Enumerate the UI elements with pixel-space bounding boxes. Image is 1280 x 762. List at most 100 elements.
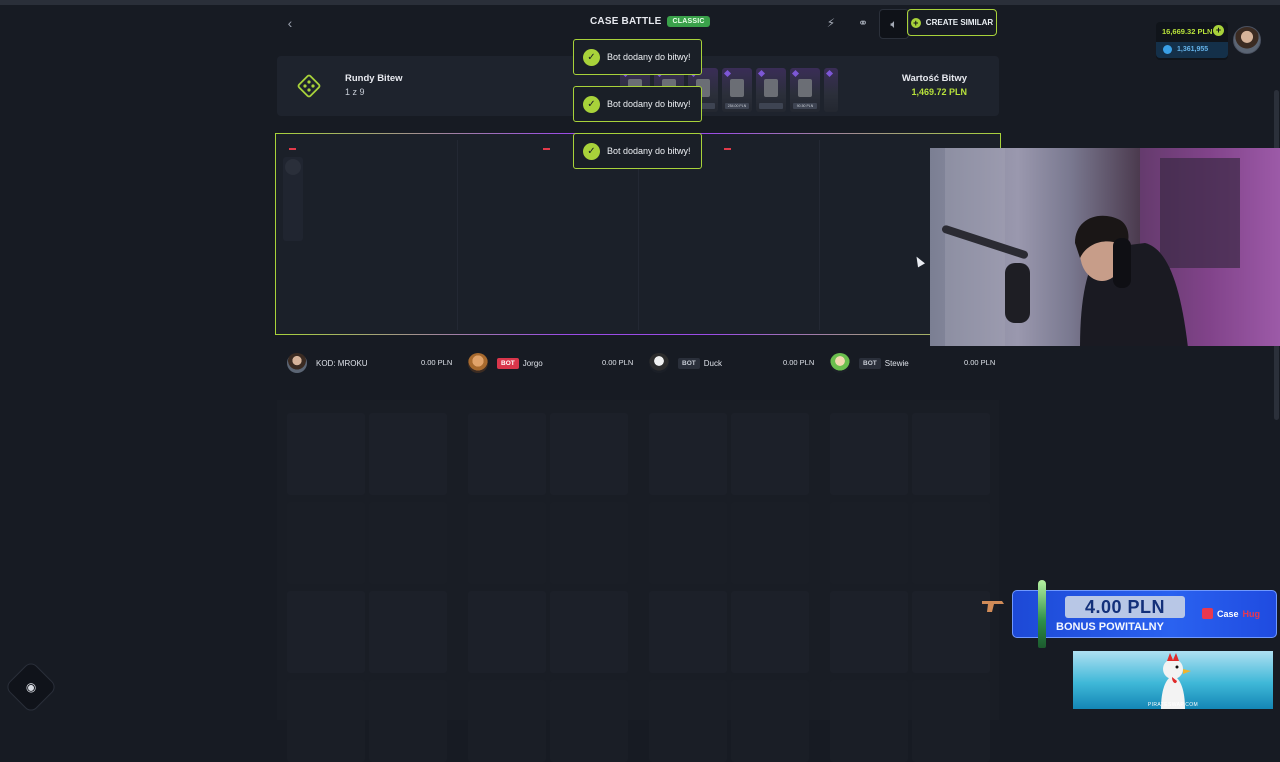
casehug-logo: Case Hug xyxy=(1202,608,1260,619)
item-slot-placeholder xyxy=(550,591,628,673)
player-name: Duck xyxy=(703,358,722,368)
toast-message: Bot dodany do bitwy! xyxy=(607,99,691,109)
player-name: Stewie xyxy=(884,358,909,368)
player-value: 0.00 PLN xyxy=(421,358,453,367)
spinner-item-placeholder xyxy=(285,159,301,175)
bonus-text: BONUS POWITALNY xyxy=(1056,621,1164,633)
item-slot-placeholder xyxy=(731,413,809,495)
item-slot-placeholder xyxy=(287,413,365,495)
item-slot-placeholder xyxy=(731,591,809,673)
battle-value-amount: 1,469.72 PLN xyxy=(911,87,967,97)
item-slot-placeholder xyxy=(550,680,628,762)
item-slot-placeholder xyxy=(468,680,546,762)
item-slot-placeholder xyxy=(369,502,447,584)
check-icon: ✓ xyxy=(583,95,600,113)
toast-notification[interactable]: ✓ Bot dodany do bitwy! xyxy=(573,86,702,122)
item-slot-placeholder xyxy=(287,591,365,673)
column-divider xyxy=(457,140,458,330)
item-slot-placeholder xyxy=(649,680,727,762)
casehug-logo-icon xyxy=(1202,608,1213,619)
player-avatar xyxy=(830,353,850,373)
battle-value-label: Wartość Bitwy xyxy=(901,73,967,84)
item-slot-placeholder xyxy=(369,413,447,495)
sponsor-url: PIRATESWAP.COM xyxy=(1147,702,1199,708)
item-slot-placeholder xyxy=(550,413,628,495)
bonus-amount: 4.00 PLN xyxy=(1065,596,1185,618)
user-avatar[interactable] xyxy=(1233,26,1261,54)
player-value: 0.00 PLN xyxy=(783,358,815,367)
secondary-balance-value: 1,361,955 xyxy=(1177,46,1209,53)
item-slot-placeholder xyxy=(369,591,447,673)
chat-bubble-icon: ◉ xyxy=(25,679,37,694)
rounds-label: Rundy Bitew xyxy=(345,73,403,84)
sound-toggle-button[interactable]: 🔈︎ xyxy=(879,9,909,39)
pistol-icon xyxy=(982,601,1004,612)
link-icon: ⚭ xyxy=(857,16,869,30)
item-slot-placeholder xyxy=(731,502,809,584)
chevron-left-icon: ‹ xyxy=(287,15,293,31)
item-slot-placeholder xyxy=(912,413,990,495)
item-slot-placeholder xyxy=(649,413,727,495)
item-slot-placeholder xyxy=(731,680,809,762)
item-slot-placeholder xyxy=(830,680,908,762)
dice-icon xyxy=(296,73,322,99)
case-thumbnail[interactable]: 254.00 PLN xyxy=(722,68,752,112)
fast-mode-button[interactable]: ⚡︎ xyxy=(817,9,845,37)
player-avatar xyxy=(468,353,488,373)
bot-badge: BOT xyxy=(859,357,881,369)
plus-icon: + xyxy=(1215,25,1222,35)
create-similar-button[interactable]: + CREATE SIMILAR xyxy=(907,9,997,36)
item-slot-placeholder xyxy=(468,413,546,495)
item-slot-placeholder xyxy=(649,502,727,584)
player-value: 0.00 PLN xyxy=(964,358,996,367)
toast-message: Bot dodany do bitwy! xyxy=(607,146,691,156)
item-slot-placeholder xyxy=(830,413,908,495)
player-avatar xyxy=(649,353,669,373)
mode-badge: CLASSIC xyxy=(667,16,710,27)
column-divider xyxy=(819,140,820,330)
case-thumbnail[interactable] xyxy=(824,68,838,112)
brand-case: Case xyxy=(1217,608,1239,619)
case-thumbnail[interactable]: 90.50 PLN xyxy=(790,68,820,112)
item-slot-placeholder xyxy=(649,591,727,673)
item-slot-placeholder xyxy=(287,680,365,762)
item-slot-placeholder xyxy=(912,680,990,762)
item-slot-placeholder xyxy=(468,502,546,584)
balance-value: 16,669.32 PLN xyxy=(1162,27,1213,36)
plus-icon: + xyxy=(910,17,921,28)
case-thumbnail[interactable] xyxy=(756,68,786,112)
player-avatar xyxy=(287,353,307,373)
sponsor-banner[interactable] xyxy=(1073,651,1273,709)
bolt-icon: ⚡︎ xyxy=(826,16,836,30)
toast-notification[interactable]: ✓ Bot dodany do bitwy! xyxy=(573,39,702,75)
player-name: Jorgo xyxy=(522,358,543,368)
page-title: CASE BATTLE CLASSIC xyxy=(590,16,710,27)
player-name: KOD: MROKU xyxy=(316,358,368,368)
deposit-button[interactable]: + xyxy=(1213,25,1224,36)
round-indicator xyxy=(289,148,296,150)
brand-hug: Hug xyxy=(1242,608,1261,619)
player-slot-4[interactable]: BOT Stewie xyxy=(830,350,909,376)
item-slot-placeholder xyxy=(550,502,628,584)
back-button[interactable]: ‹ xyxy=(277,10,303,36)
item-slot-placeholder xyxy=(912,502,990,584)
share-link-button[interactable]: ⚭ xyxy=(849,9,877,37)
rounds-value: 1 z 9 xyxy=(345,87,365,97)
player-slot-1[interactable]: KOD: MROKU xyxy=(287,350,368,376)
check-icon: ✓ xyxy=(583,142,600,160)
player-slot-3[interactable]: BOT Duck xyxy=(649,350,722,376)
round-indicator xyxy=(724,148,731,150)
battle-title: CASE BATTLE xyxy=(590,16,662,27)
webcam-overlay xyxy=(930,148,1280,346)
bot-badge: BOT xyxy=(678,357,700,369)
toast-notification[interactable]: ✓ Bot dodany do bitwy! xyxy=(573,133,702,169)
item-slot-placeholder xyxy=(468,591,546,673)
rooster-mascot xyxy=(1161,653,1191,709)
check-icon: ✓ xyxy=(583,48,600,66)
player-slot-2[interactable]: BOT Jorgo xyxy=(468,350,543,376)
top-bar xyxy=(0,0,1280,5)
player-value: 0.00 PLN xyxy=(602,358,634,367)
item-slot-placeholder xyxy=(287,502,365,584)
chat-button[interactable]: ◉ xyxy=(4,660,58,714)
create-similar-label: CREATE SIMILAR xyxy=(925,18,994,27)
